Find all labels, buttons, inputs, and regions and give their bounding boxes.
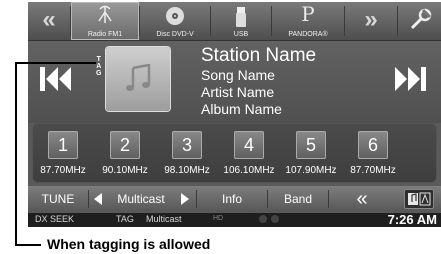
multicast-next-button[interactable] bbox=[181, 193, 189, 205]
multicast-label: Multicast bbox=[117, 192, 165, 206]
source-scroll-left-button[interactable]: « bbox=[28, 2, 70, 40]
now-playing-panel: Station Name Song Name Artist Name Album… bbox=[28, 41, 441, 123]
double-right-arrow-icon: » bbox=[364, 6, 378, 33]
multicast-previous-button[interactable] bbox=[94, 193, 102, 205]
seek-previous-button[interactable] bbox=[34, 59, 78, 99]
preset-button-4[interactable]: 4 bbox=[234, 131, 264, 159]
callout-line bbox=[15, 244, 41, 246]
preset-button-2[interactable]: 2 bbox=[110, 131, 140, 159]
preset-frequency: 98.10MHz bbox=[164, 165, 210, 176]
divider bbox=[88, 190, 89, 208]
setup-button[interactable] bbox=[398, 2, 441, 40]
disc-icon bbox=[164, 5, 186, 32]
skip-back-icon bbox=[40, 67, 71, 91]
signal-icon bbox=[258, 212, 282, 227]
preset-button-5[interactable]: 5 bbox=[296, 131, 326, 159]
preset-frequency: 106.10MHz bbox=[223, 165, 275, 176]
artist-name: Artist Name bbox=[201, 84, 275, 100]
tag-label: TAG bbox=[96, 56, 102, 77]
info-button[interactable]: Info bbox=[197, 186, 267, 212]
callout-line bbox=[15, 62, 96, 64]
status-bar: DX SEEK TAG Multicast HD 7:26 AM bbox=[28, 212, 441, 227]
album-art bbox=[106, 47, 170, 111]
song-name: Song Name bbox=[201, 67, 275, 83]
source-usb-button[interactable]: USB bbox=[211, 2, 271, 40]
album-name: Album Name bbox=[201, 101, 282, 117]
source-label: Radio FM1 bbox=[87, 31, 123, 38]
antenna-icon bbox=[96, 5, 114, 30]
preset-frequency: 107.90MHz bbox=[285, 165, 337, 176]
display-mode-button[interactable] bbox=[404, 189, 434, 209]
function-bar: TUNE Multicast Info Band « bbox=[28, 186, 441, 212]
pandora-icon: P bbox=[301, 2, 315, 26]
usb-icon bbox=[235, 5, 247, 34]
source-disc-button[interactable]: Disc DVD-V bbox=[140, 2, 210, 40]
preset-button-6[interactable]: 6 bbox=[358, 131, 388, 159]
tag-indicator: TAG bbox=[116, 214, 134, 224]
double-left-arrow-icon: « bbox=[42, 6, 56, 33]
preset-frequency: 87.70MHz bbox=[350, 165, 396, 176]
seek-next-button[interactable] bbox=[388, 59, 432, 99]
source-bar: « Radio FM1 Disc DVD-V USB P PANDORA® » bbox=[28, 2, 441, 41]
preset-button-1[interactable]: 1 bbox=[48, 131, 78, 159]
display-mode-icon bbox=[408, 192, 431, 206]
clock: 7:26 AM bbox=[387, 212, 437, 227]
dx-seek-indicator: DX SEEK bbox=[35, 214, 75, 224]
source-radio-button[interactable]: Radio FM1 bbox=[71, 2, 139, 40]
source-scroll-right-button[interactable]: » bbox=[345, 2, 397, 40]
source-label: USB bbox=[233, 31, 249, 38]
music-note-icon bbox=[126, 64, 151, 91]
hd-radio-indicator: HD bbox=[213, 215, 224, 222]
preset-frequency: 87.70MHz bbox=[40, 165, 86, 176]
station-name: Station Name bbox=[201, 45, 317, 66]
callout-label: When tagging is allowed bbox=[47, 236, 211, 252]
source-label: PANDORA® bbox=[288, 31, 328, 38]
source-pandora-button[interactable]: P PANDORA® bbox=[272, 2, 344, 40]
preset-button-3[interactable]: 3 bbox=[172, 131, 202, 159]
tune-button[interactable]: TUNE bbox=[28, 186, 88, 212]
callout-line bbox=[15, 62, 17, 246]
preset-panel: 1 87.70MHz 2 90.10MHz 3 98.10MHz 4 106.1… bbox=[32, 123, 437, 183]
back-button[interactable]: « bbox=[329, 186, 395, 212]
band-button[interactable]: Band bbox=[268, 186, 328, 212]
source-label: Disc DVD-V bbox=[156, 31, 194, 38]
skip-forward-icon bbox=[395, 67, 426, 91]
preset-frequency: 90.10MHz bbox=[102, 165, 148, 176]
head-unit-screen: « Radio FM1 Disc DVD-V USB P PANDORA® » … bbox=[28, 2, 441, 227]
wrench-icon bbox=[408, 8, 432, 37]
multicast-indicator: Multicast bbox=[146, 214, 182, 224]
